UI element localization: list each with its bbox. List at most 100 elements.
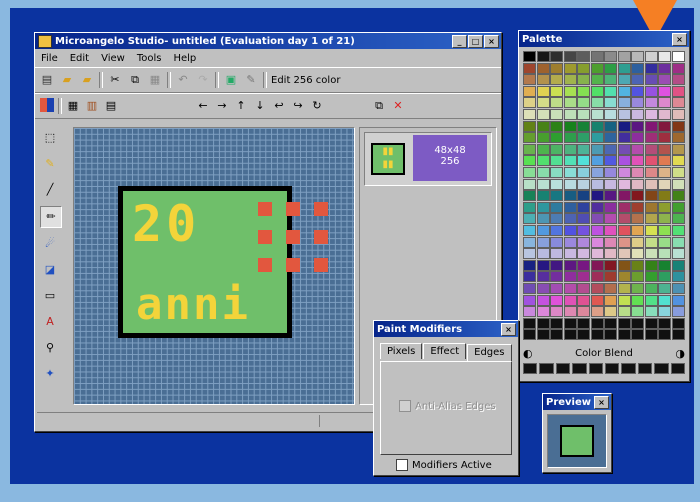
blend-swatch[interactable] (523, 363, 538, 374)
palette-swatch[interactable] (644, 167, 658, 178)
palette-swatch[interactable] (658, 85, 671, 97)
palette-swatch[interactable] (644, 97, 658, 109)
palette-swatch[interactable] (658, 317, 671, 329)
palette-swatch[interactable] (617, 178, 631, 190)
blend-swatch[interactable] (605, 363, 620, 374)
palette-swatch[interactable] (617, 74, 631, 86)
palette-swatch[interactable] (658, 248, 671, 260)
palette-swatch[interactable] (590, 259, 604, 271)
list-view-icon[interactable]: ▤ (103, 98, 119, 114)
spray-tool-icon[interactable]: ☄ (40, 234, 60, 254)
palette-swatch[interactable] (523, 329, 536, 341)
palette-swatch[interactable] (631, 236, 644, 248)
palette-swatch[interactable] (536, 62, 550, 74)
brush-icon[interactable]: ✎ (243, 72, 259, 88)
blend-swatch[interactable] (621, 363, 636, 374)
palette-swatch[interactable] (523, 236, 536, 248)
palette-swatch[interactable] (536, 201, 550, 213)
palette-swatch[interactable] (604, 190, 617, 202)
palette-swatch[interactable] (550, 259, 563, 271)
palette-swatch[interactable] (604, 143, 617, 155)
palette-swatch[interactable] (604, 97, 617, 109)
palette-swatch[interactable] (536, 236, 550, 248)
palette-swatch[interactable] (644, 213, 658, 225)
rotate-icon[interactable]: ↻ (309, 98, 325, 114)
palette-swatch[interactable] (550, 306, 563, 318)
palette-swatch[interactable] (577, 178, 590, 190)
palette-swatch[interactable] (536, 74, 550, 86)
palette-swatch[interactable] (631, 283, 644, 294)
palette-swatch[interactable] (644, 259, 658, 271)
palette-swatch[interactable] (523, 190, 536, 202)
palette-swatch[interactable] (617, 236, 631, 248)
palette-swatch[interactable] (577, 167, 590, 178)
palette-swatch[interactable] (644, 51, 658, 62)
palette-swatch[interactable] (617, 294, 631, 306)
open-folder-icon[interactable]: ▰ (79, 72, 95, 88)
palette-swatch[interactable] (550, 178, 563, 190)
image-thumbnail[interactable]: ▮▮ ▮▮ 48x48 256 (364, 132, 492, 186)
open-icon[interactable]: ▰ (59, 72, 75, 88)
palette-swatch[interactable] (631, 74, 644, 86)
palette-swatch[interactable] (644, 306, 658, 318)
palette-swatch[interactable] (604, 329, 617, 341)
palette-swatch[interactable] (644, 248, 658, 260)
palette-swatch[interactable] (644, 329, 658, 341)
palette-swatch[interactable] (563, 306, 577, 318)
new-icon[interactable]: ▤ (39, 72, 55, 88)
palette-swatch[interactable] (563, 109, 577, 120)
close-button[interactable]: × (484, 34, 499, 48)
palette-swatch[interactable] (617, 283, 631, 294)
palette-swatch[interactable] (644, 225, 658, 236)
fill-tool-icon[interactable]: ◪ (40, 260, 60, 280)
palette-swatch[interactable] (590, 62, 604, 74)
palette-swatch[interactable] (617, 201, 631, 213)
copy-icon[interactable]: ⧉ (127, 72, 143, 88)
palette-swatch[interactable] (590, 132, 604, 144)
palette-swatch[interactable] (550, 329, 563, 341)
library-icon[interactable]: ▥ (84, 98, 100, 114)
palette-swatch[interactable] (631, 155, 644, 167)
palette-swatch[interactable] (523, 120, 536, 132)
palette-swatch[interactable] (658, 178, 671, 190)
palette-swatch[interactable] (523, 271, 536, 283)
palette-swatch[interactable] (617, 62, 631, 74)
palette-swatch[interactable] (550, 51, 563, 62)
palette-swatch[interactable] (617, 225, 631, 236)
palette-swatch[interactable] (644, 271, 658, 283)
palette-swatch[interactable] (604, 213, 617, 225)
palette-swatch[interactable] (523, 225, 536, 236)
palette-swatch[interactable] (563, 294, 577, 306)
palette-swatch[interactable] (550, 97, 563, 109)
menu-tools[interactable]: Tools (137, 53, 162, 64)
blend-swatch[interactable] (539, 363, 554, 374)
palette-swatch[interactable] (563, 62, 577, 74)
palette-swatch[interactable] (563, 167, 577, 178)
palette-swatch[interactable] (604, 201, 617, 213)
palette-swatch[interactable] (536, 109, 550, 120)
palette-swatch[interactable] (671, 294, 685, 306)
modifiers-active-checkbox[interactable] (396, 459, 408, 471)
palette-swatch[interactable] (644, 201, 658, 213)
palette-swatch[interactable] (563, 317, 577, 329)
palette-swatch[interactable] (523, 306, 536, 318)
palette-swatch[interactable] (563, 225, 577, 236)
palette-swatch[interactable] (523, 143, 536, 155)
palette-swatch[interactable] (577, 62, 590, 74)
palette-swatch[interactable] (563, 51, 577, 62)
blend-swatch[interactable] (670, 363, 686, 374)
shift-up-icon[interactable]: ↑ (233, 98, 249, 114)
line-tool-icon[interactable]: ╱ (40, 180, 60, 200)
palette-swatch[interactable] (563, 259, 577, 271)
palette-swatch[interactable] (590, 317, 604, 329)
palette-swatch[interactable] (563, 120, 577, 132)
palette-swatch[interactable] (590, 201, 604, 213)
palette-swatch[interactable] (536, 167, 550, 178)
palette-swatch[interactable] (577, 51, 590, 62)
palette-swatch[interactable] (658, 259, 671, 271)
menu-help[interactable]: Help (173, 53, 196, 64)
palette-swatch[interactable] (523, 283, 536, 294)
palette-swatch[interactable] (604, 294, 617, 306)
palette-swatch[interactable] (644, 294, 658, 306)
palette-swatch[interactable] (523, 213, 536, 225)
